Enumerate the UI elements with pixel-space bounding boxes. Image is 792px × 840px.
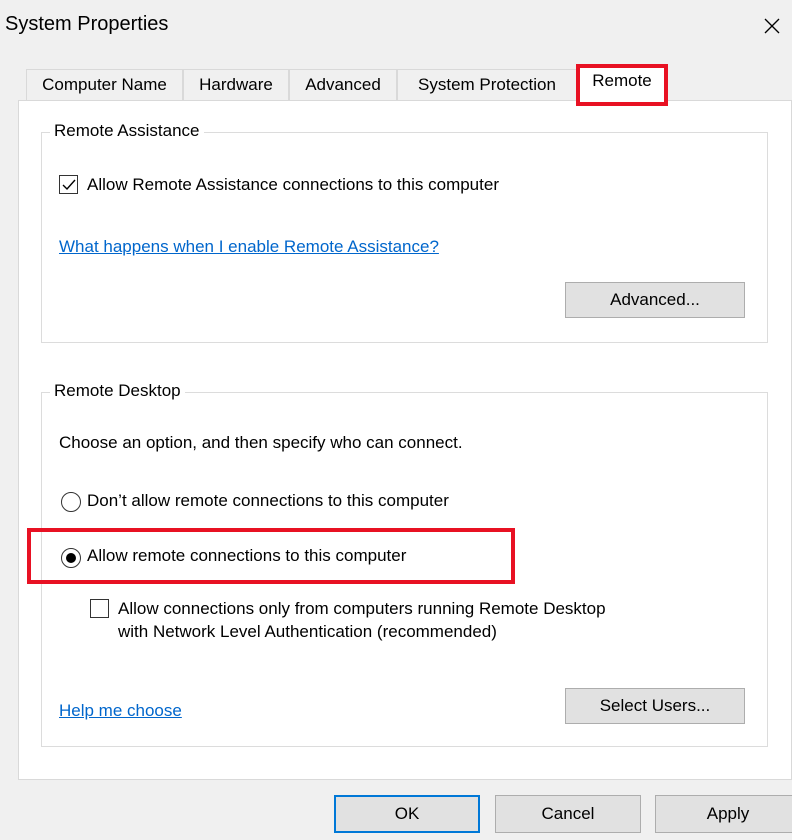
- remote-desktop-legend: Remote Desktop: [50, 381, 185, 401]
- tab-computer-name[interactable]: Computer Name: [26, 69, 183, 101]
- allow-remote-assistance-checkbox[interactable]: [59, 175, 78, 194]
- allow-remote-label: Allow remote connections to this compute…: [87, 546, 407, 565]
- dont-allow-remote-radio[interactable]: [61, 492, 81, 512]
- checkmark-icon: [62, 179, 76, 191]
- allow-remote-assistance-label: Allow Remote Assistance connections to t…: [87, 175, 499, 194]
- title-bar: System Properties: [0, 0, 792, 50]
- tab-remote[interactable]: Remote: [577, 65, 667, 102]
- close-icon: [764, 18, 780, 34]
- nla-label-line2: with Network Level Authentication (recom…: [118, 622, 497, 641]
- remote-assistance-help-link[interactable]: What happens when I enable Remote Assist…: [59, 237, 439, 257]
- advanced-button[interactable]: Advanced...: [565, 282, 745, 318]
- tab-strip: Computer Name Hardware Advanced System P…: [18, 65, 778, 102]
- nla-label-line1: Allow connections only from computers ru…: [118, 599, 606, 618]
- tab-system-protection[interactable]: System Protection: [397, 69, 577, 101]
- window-title: System Properties: [5, 13, 169, 35]
- cancel-button[interactable]: Cancel: [495, 795, 641, 833]
- tab-advanced[interactable]: Advanced: [289, 69, 397, 101]
- dont-allow-remote-label: Don’t allow remote connections to this c…: [87, 491, 449, 510]
- nla-checkbox[interactable]: [90, 599, 109, 618]
- remote-desktop-instruction: Choose an option, and then specify who c…: [59, 433, 463, 452]
- ok-button[interactable]: OK: [334, 795, 480, 833]
- select-users-button[interactable]: Select Users...: [565, 688, 745, 724]
- remote-assistance-legend: Remote Assistance: [50, 121, 204, 141]
- apply-button[interactable]: Apply: [655, 795, 792, 833]
- tab-hardware[interactable]: Hardware: [183, 69, 289, 101]
- close-button[interactable]: [752, 6, 792, 44]
- allow-remote-radio[interactable]: [61, 548, 81, 568]
- radio-selected-dot: [66, 553, 76, 563]
- help-me-choose-link[interactable]: Help me choose: [59, 701, 182, 721]
